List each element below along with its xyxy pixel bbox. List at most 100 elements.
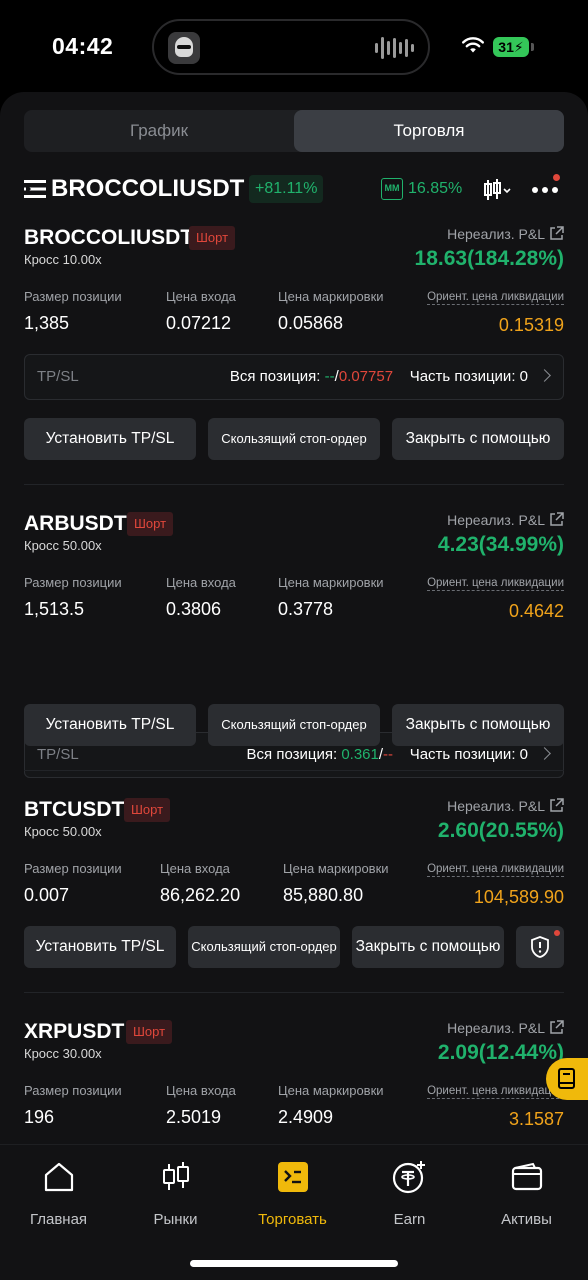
nav-assets[interactable]: Активы bbox=[468, 1159, 585, 1228]
wallet-icon bbox=[511, 1162, 542, 1191]
close-with-button[interactable]: Закрыть с помощью bbox=[392, 704, 564, 746]
floating-guide-button[interactable] bbox=[546, 1058, 588, 1100]
close-with-button[interactable]: Закрыть с помощью bbox=[352, 926, 504, 968]
leverage-label[interactable]: Кросс 10.00x bbox=[24, 252, 102, 267]
trailing-stop-button[interactable]: Скользящий стоп-ордер bbox=[208, 704, 380, 746]
tab-chart[interactable]: График bbox=[24, 110, 294, 152]
side-badge: Шорт bbox=[127, 512, 174, 536]
divider bbox=[24, 484, 564, 485]
tab-trading[interactable]: Торговля bbox=[294, 110, 564, 152]
size-value: 196 bbox=[24, 1107, 55, 1127]
position-symbol[interactable]: XRPUSDT bbox=[24, 1018, 124, 1046]
nav-label: Торговать bbox=[258, 1211, 327, 1228]
status-time: 04:42 bbox=[52, 33, 114, 59]
battery-icon: 31⚡ bbox=[493, 37, 529, 57]
nav-markets[interactable]: Рынки bbox=[117, 1159, 234, 1228]
notification-dot bbox=[554, 930, 560, 936]
pnl-value: 2.60(20.55%) bbox=[437, 819, 564, 842]
share-icon[interactable] bbox=[549, 512, 564, 527]
position-card: XRPUSDT Шорт Кросс 30.00x Нереализ. P&L … bbox=[24, 1018, 564, 1138]
position-symbol[interactable]: ARBUSDT bbox=[24, 510, 127, 538]
view-tabs: График Торговля bbox=[24, 110, 564, 152]
part-value: 0 bbox=[519, 746, 528, 763]
pnl-label: Нереализ. P&L bbox=[447, 226, 564, 242]
pair-selector[interactable]: BROCCOLIUSDT bbox=[51, 172, 244, 206]
size-label: Размер позиции bbox=[24, 289, 122, 304]
home-indicator bbox=[190, 1260, 398, 1267]
home-icon bbox=[44, 1162, 73, 1192]
pnl-label: Нереализ. P&L bbox=[447, 798, 564, 814]
position-symbol[interactable]: BROCCOLIUSDT bbox=[24, 224, 193, 252]
leverage-label[interactable]: Кросс 50.00x bbox=[24, 538, 102, 553]
mark-label: Цена маркировки bbox=[278, 289, 384, 304]
trading-panel: График Торговля BROCCOLIUSDT +81.11% MM … bbox=[0, 92, 588, 1280]
nav-label: Рынки bbox=[153, 1211, 198, 1228]
chevron-right-icon bbox=[538, 369, 551, 382]
entry-value: 0.3806 bbox=[166, 599, 222, 619]
mark-label: Цена маркировки bbox=[278, 1083, 384, 1098]
earn-icon bbox=[392, 1161, 425, 1194]
divider bbox=[24, 770, 564, 771]
share-icon[interactable] bbox=[549, 798, 564, 813]
nav-label: Earn bbox=[393, 1211, 426, 1228]
size-value: 0.007 bbox=[24, 885, 70, 905]
set-tpsl-button[interactable]: Установить TP/SL bbox=[24, 704, 196, 746]
nav-trade[interactable]: Торговать bbox=[234, 1159, 351, 1228]
mark-label: Цена маркировки bbox=[278, 575, 384, 590]
liq-label: Ориент. цена ликвидации bbox=[427, 863, 564, 877]
pairs-menu-icon[interactable] bbox=[24, 179, 46, 199]
side-badge: Шорт bbox=[124, 798, 171, 822]
pnl-value: 4.23(34.99%) bbox=[437, 533, 564, 556]
nav-home[interactable]: Главная bbox=[0, 1159, 117, 1228]
tp-value: 0.361 bbox=[341, 746, 379, 763]
trailing-stop-button[interactable]: Скользящий стоп-ордер bbox=[188, 926, 340, 968]
liq-value: 0.4642 bbox=[508, 601, 564, 621]
tpsl-row[interactable]: TP/SL Вся позиция: --/0.07757 Часть пози… bbox=[24, 354, 564, 400]
liq-value: 104,589.90 bbox=[473, 887, 564, 907]
mark-value: 0.3778 bbox=[278, 599, 334, 619]
entry-label: Цена входа bbox=[160, 861, 230, 876]
mm-badge: MM bbox=[381, 178, 403, 200]
island-avatar bbox=[168, 32, 200, 64]
side-badge: Шорт bbox=[189, 226, 236, 250]
chart-toggle-icon[interactable] bbox=[483, 178, 511, 202]
nav-earn[interactable]: Earn bbox=[351, 1159, 468, 1228]
pnl-value: 18.63(184.28%) bbox=[414, 247, 564, 270]
entry-label: Цена входа bbox=[166, 1083, 236, 1098]
nav-label: Главная bbox=[29, 1211, 88, 1228]
entry-label: Цена входа bbox=[166, 575, 236, 590]
side-badge: Шорт bbox=[126, 1020, 173, 1044]
sl-value: -- bbox=[383, 746, 394, 763]
size-label: Размер позиции bbox=[24, 1083, 122, 1098]
status-bar: 04:42 31⚡ bbox=[0, 0, 588, 92]
divider bbox=[24, 992, 564, 993]
size-value: 1,385 bbox=[24, 313, 70, 333]
tp-value: -- bbox=[324, 368, 335, 385]
share-icon[interactable] bbox=[549, 226, 564, 241]
more-options-icon[interactable] bbox=[531, 186, 559, 194]
dynamic-island bbox=[152, 19, 430, 75]
protection-button[interactable] bbox=[516, 926, 564, 968]
set-tpsl-button[interactable]: Установить TP/SL bbox=[24, 926, 176, 968]
book-icon bbox=[558, 1068, 575, 1089]
size-label: Размер позиции bbox=[24, 861, 122, 876]
entry-value: 2.5019 bbox=[166, 1107, 222, 1127]
pnl-label: Нереализ. P&L bbox=[447, 512, 564, 528]
candlestick-icon bbox=[162, 1162, 189, 1190]
position-card: BTCUSDT Шорт Кросс 50.00x Нереализ. P&L … bbox=[24, 796, 564, 976]
liq-label: Ориент. цена ликвидации bbox=[427, 291, 564, 305]
trade-icon bbox=[277, 1162, 308, 1192]
set-tpsl-button[interactable]: Установить TP/SL bbox=[24, 418, 196, 460]
size-label: Размер позиции bbox=[24, 575, 122, 590]
nav-label: Активы bbox=[501, 1211, 552, 1228]
liq-value: 0.15319 bbox=[498, 315, 564, 335]
position-symbol[interactable]: BTCUSDT bbox=[24, 796, 124, 824]
mm-value: 16.85% bbox=[408, 180, 463, 197]
wifi-icon bbox=[462, 37, 484, 53]
leverage-label[interactable]: Кросс 50.00x bbox=[24, 824, 102, 839]
leverage-label[interactable]: Кросс 30.00x bbox=[24, 1046, 102, 1061]
close-with-button[interactable]: Закрыть с помощью bbox=[392, 418, 564, 460]
notification-dot bbox=[553, 174, 560, 181]
share-icon[interactable] bbox=[549, 1020, 564, 1035]
trailing-stop-button[interactable]: Скользящий стоп-ордер bbox=[208, 418, 380, 460]
